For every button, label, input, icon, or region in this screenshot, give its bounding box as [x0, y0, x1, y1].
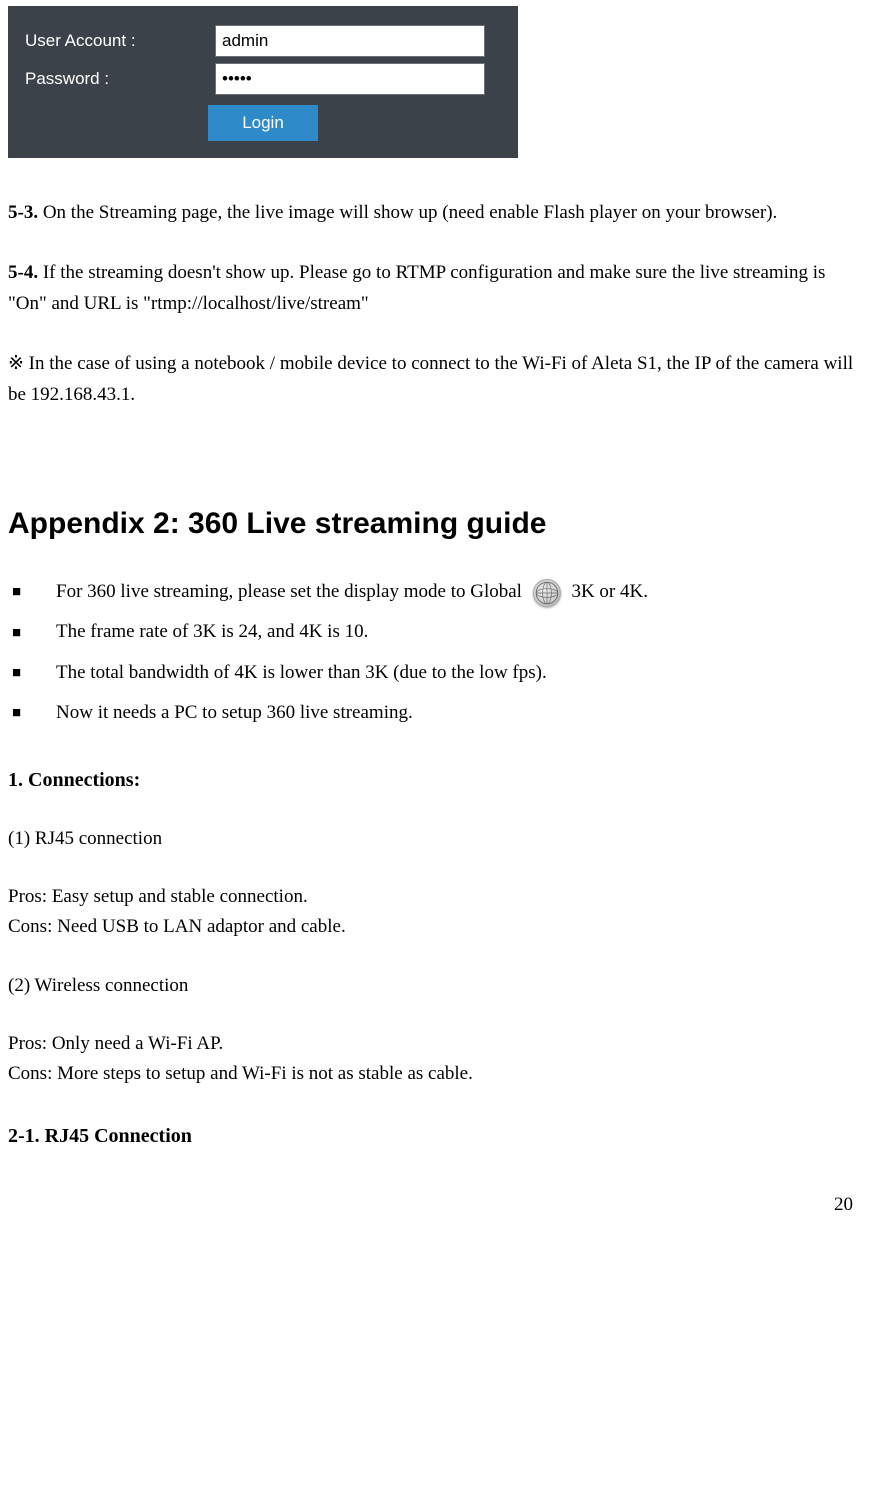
login-button[interactable]: Login — [208, 105, 318, 141]
paragraph-note: ※ In the case of using a notebook / mobi… — [8, 349, 863, 410]
list-item: The frame rate of 3K is 24, and 4K is 10… — [8, 612, 863, 652]
step-5-3-label: 5-3. — [8, 202, 38, 223]
connection-2-pros: Pros: Only need a Wi-Fi AP. — [8, 1029, 863, 1059]
list-item: The total bandwidth of 4K is lower than … — [8, 653, 863, 693]
rj45-heading: 2-1. RJ45 Connection — [8, 1120, 863, 1152]
login-button-row: Login — [25, 105, 501, 141]
appendix-heading: Appendix 2: 360 Live streaming guide — [8, 500, 863, 548]
step-5-4-label: 5-4. — [8, 262, 38, 283]
paragraph-5-3: 5-3. On the Streaming page, the live ima… — [8, 198, 863, 228]
bullet-1-post: 3K or 4K. — [571, 581, 648, 602]
connection-1-cons: Cons: Need USB to LAN adaptor and cable. — [8, 912, 863, 942]
global-icon — [533, 579, 561, 607]
connections-heading: 1. Connections: — [8, 764, 863, 796]
connection-2-details: Pros: Only need a Wi-Fi AP. Cons: More s… — [8, 1029, 863, 1090]
password-row: Password : — [25, 63, 501, 95]
step-5-4-text: If the streaming doesn't show up. Please… — [8, 262, 825, 313]
bullet-2: The frame rate of 3K is 24, and 4K is 10… — [56, 617, 368, 647]
page-number: 20 — [8, 1190, 863, 1220]
step-5-3-text: On the Streaming page, the live image wi… — [38, 202, 777, 223]
bullet-3: The total bandwidth of 4K is lower than … — [56, 658, 547, 688]
paragraph-5-4: 5-4. If the streaming doesn't show up. P… — [8, 258, 863, 319]
bullet-list: For 360 live streaming, please set the d… — [8, 572, 863, 734]
list-item: Now it needs a PC to setup 360 live stre… — [8, 693, 863, 733]
user-account-row: User Account : — [25, 25, 501, 57]
connection-2-cons: Cons: More steps to setup and Wi-Fi is n… — [8, 1059, 863, 1089]
bullet-1-pre: For 360 live streaming, please set the d… — [56, 581, 527, 602]
list-item: For 360 live streaming, please set the d… — [8, 572, 863, 612]
user-account-input[interactable] — [215, 25, 485, 57]
connection-1-details: Pros: Easy setup and stable connection. … — [8, 882, 863, 943]
connection-2-label: (2) Wireless connection — [8, 971, 863, 1001]
bullet-4: Now it needs a PC to setup 360 live stre… — [56, 698, 413, 728]
password-input[interactable] — [215, 63, 485, 95]
login-box: User Account : Password : Login — [8, 6, 518, 158]
user-account-label: User Account : — [25, 27, 215, 54]
password-label: Password : — [25, 65, 215, 92]
connection-1-pros: Pros: Easy setup and stable connection. — [8, 882, 863, 912]
connection-1-label: (1) RJ45 connection — [8, 824, 863, 854]
